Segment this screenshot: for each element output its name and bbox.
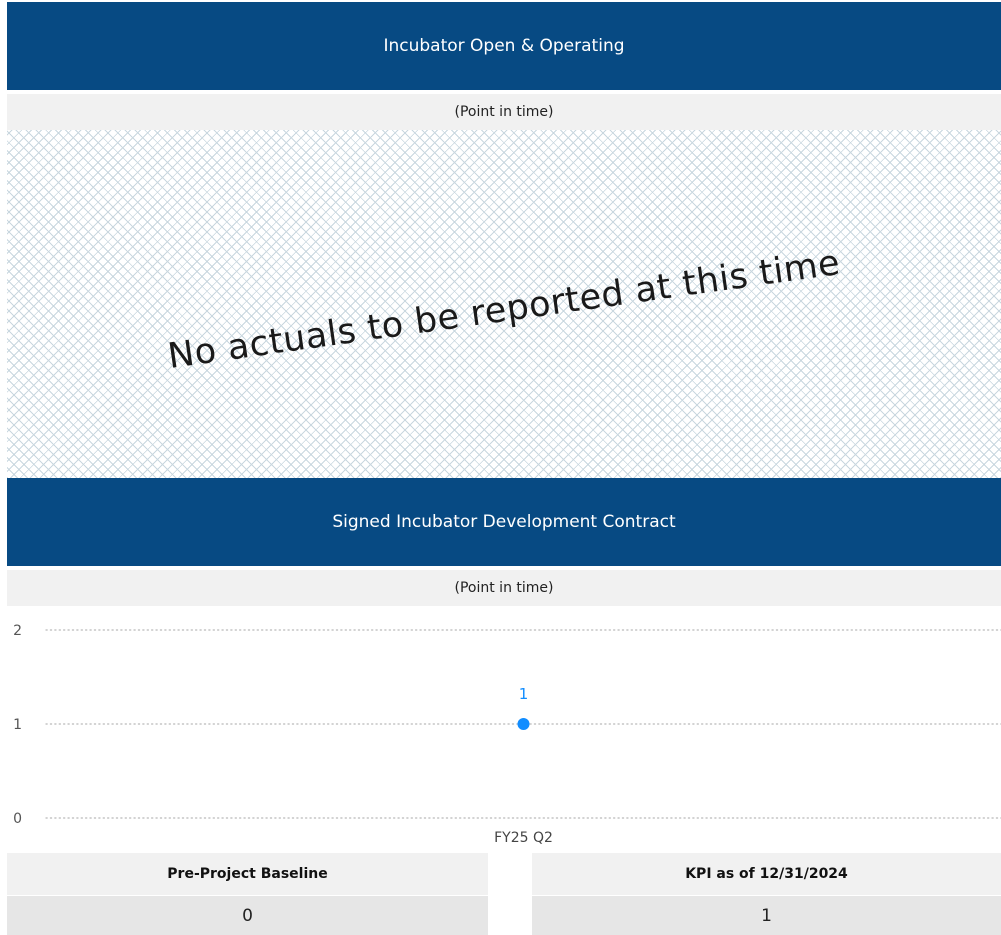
kpi-line-chart: 0 1 2 1 FY25 Q2	[13, 623, 1001, 846]
y-tick-label: 1	[13, 717, 22, 733]
empty-state-message: No actuals to be reported at this time	[165, 243, 843, 377]
kpi-current-label: KPI as of 12/31/2024	[685, 866, 848, 882]
panel1-subheader: (Point in time)	[7, 94, 1001, 130]
panel2-subheader: (Point in time)	[7, 570, 1001, 606]
panel1-header: Incubator Open & Operating	[7, 2, 1001, 90]
baseline-value-cell: 0	[7, 896, 488, 935]
panel2-subtitle: (Point in time)	[454, 580, 554, 596]
kpi-current-value-cell: 1	[532, 896, 1001, 935]
x-tick-label: FY25 Q2	[494, 830, 553, 846]
baseline-header: Pre-Project Baseline	[7, 853, 488, 895]
baseline-label: Pre-Project Baseline	[167, 866, 328, 882]
panel1-title: Incubator Open & Operating	[383, 36, 625, 56]
data-label: 1	[519, 685, 529, 703]
panel2-header: Signed Incubator Development Contract	[7, 478, 1001, 566]
y-tick-label: 0	[13, 811, 22, 827]
panel1-subtitle: (Point in time)	[454, 104, 554, 120]
panel2-title: Signed Incubator Development Contract	[332, 512, 676, 532]
empty-state-area: No actuals to be reported at this time	[7, 130, 1001, 478]
kpi-current-header: KPI as of 12/31/2024	[532, 853, 1001, 895]
baseline-value: 0	[242, 905, 253, 926]
kpi-current-value: 1	[761, 905, 772, 926]
y-tick-label: 2	[13, 623, 22, 639]
data-point	[517, 718, 530, 730]
